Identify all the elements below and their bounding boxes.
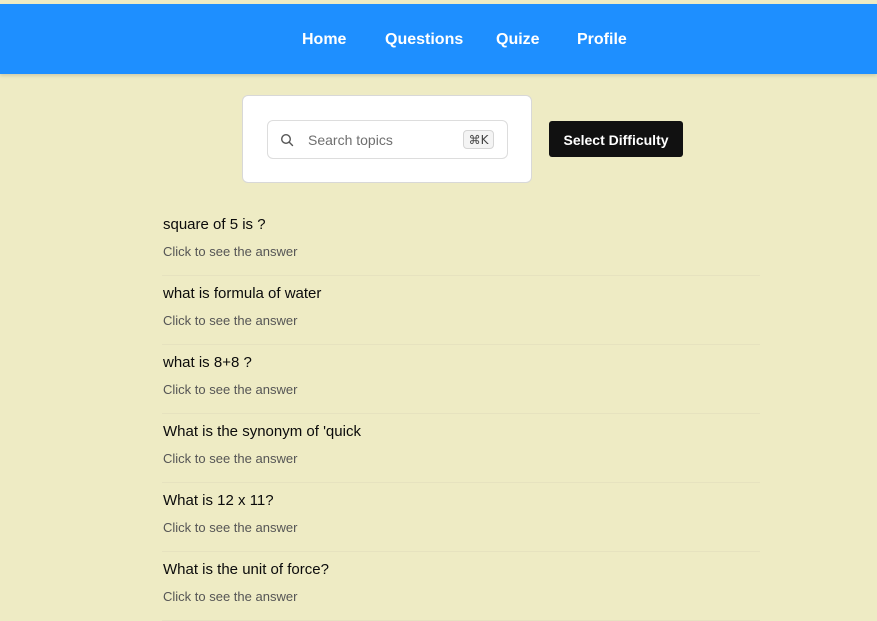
question-title: square of 5 is ?: [163, 216, 266, 233]
question-list: square of 5 is ? Click to see the answer…: [162, 207, 760, 621]
answer-hint[interactable]: Click to see the answer: [163, 520, 297, 536]
question-item[interactable]: What is the synonym of 'quick Click to s…: [162, 414, 760, 483]
nav-home-link[interactable]: Home: [302, 31, 346, 49]
main-navigation: Home Questions Quize Profile: [0, 4, 877, 74]
question-item[interactable]: what is formula of water Click to see th…: [162, 276, 760, 345]
question-title: What is the unit of force?: [163, 561, 329, 578]
question-title: what is 8+8 ?: [163, 354, 252, 371]
answer-hint[interactable]: Click to see the answer: [163, 451, 297, 467]
answer-hint[interactable]: Click to see the answer: [163, 244, 297, 260]
question-title: what is formula of water: [163, 285, 322, 302]
answer-hint[interactable]: Click to see the answer: [163, 313, 297, 329]
top-navigation-bar: Home Questions Quize Profile: [0, 4, 877, 74]
search-panel: ⌘K: [242, 95, 532, 183]
question-item[interactable]: square of 5 is ? Click to see the answer: [162, 207, 760, 276]
search-box[interactable]: ⌘K: [267, 120, 508, 159]
search-input[interactable]: [308, 128, 458, 152]
nav-profile-link[interactable]: Profile: [577, 31, 627, 49]
answer-hint[interactable]: Click to see the answer: [163, 589, 297, 605]
search-icon: [280, 133, 294, 147]
answer-hint[interactable]: Click to see the answer: [163, 382, 297, 398]
keyboard-shortcut-badge: ⌘K: [463, 130, 494, 149]
question-title: What is the synonym of 'quick: [163, 423, 361, 440]
nav-questions-link[interactable]: Questions: [385, 31, 463, 49]
question-title: What is 12 x 11?: [163, 492, 274, 509]
nav-quize-link[interactable]: Quize: [496, 31, 540, 49]
question-item[interactable]: what is 8+8 ? Click to see the answer: [162, 345, 760, 414]
question-item[interactable]: What is 12 x 11? Click to see the answer: [162, 483, 760, 552]
select-difficulty-button[interactable]: Select Difficulty: [549, 121, 683, 157]
